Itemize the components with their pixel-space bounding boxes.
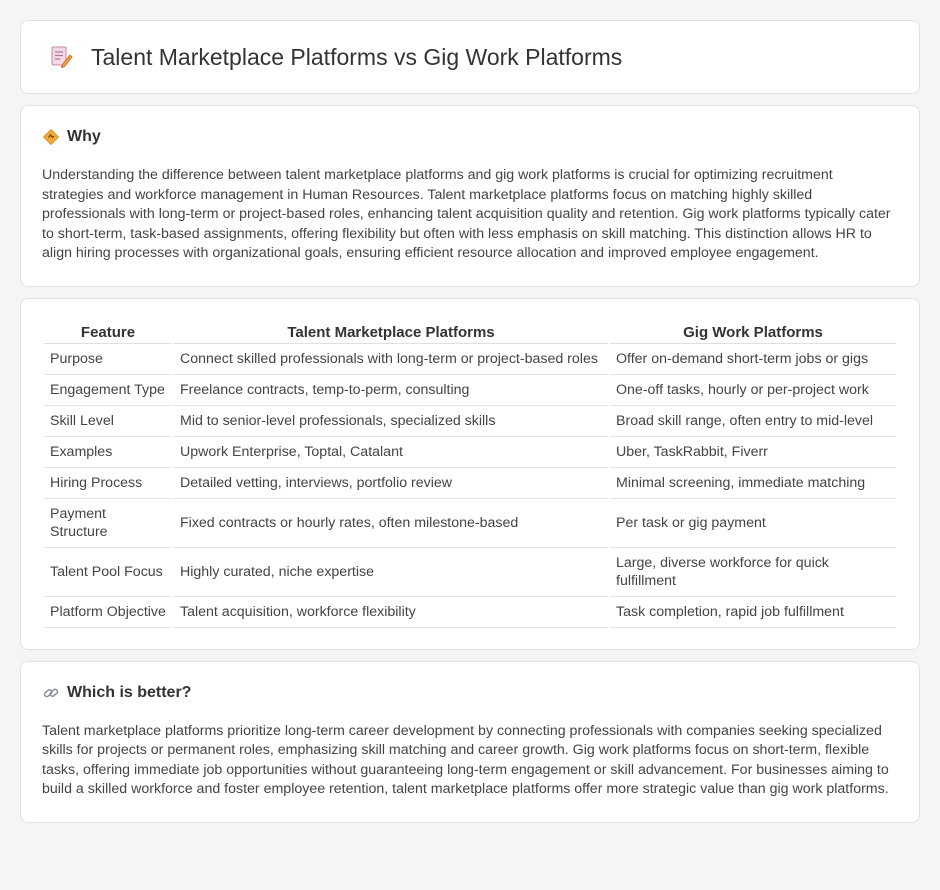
talent-cell: Upwork Enterprise, Toptal, Catalant — [174, 437, 608, 468]
table-header-row: Feature Talent Marketplace Platforms Gig… — [44, 321, 896, 344]
feature-cell: Hiring Process — [44, 468, 172, 499]
better-heading-text: Which is better? — [67, 683, 192, 701]
talent-cell: Highly curated, niche expertise — [174, 548, 608, 597]
table-row: Talent Pool Focus Highly curated, niche … — [44, 548, 896, 597]
why-heading-text: Why — [67, 128, 101, 145]
document-pencil-icon — [49, 45, 73, 69]
comparison-table: Feature Talent Marketplace Platforms Gig… — [42, 321, 898, 628]
talent-cell: Detailed vetting, interviews, portfolio … — [174, 468, 608, 499]
gig-cell: Broad skill range, often entry to mid-le… — [610, 406, 896, 437]
table-row: Payment Structure Fixed contracts or hou… — [44, 499, 896, 548]
gig-cell: Offer on-demand short-term jobs or gigs — [610, 344, 896, 375]
talent-cell: Mid to senior-level professionals, speci… — [174, 406, 608, 437]
why-heading: Why — [42, 128, 898, 146]
feature-cell: Skill Level — [44, 406, 172, 437]
gig-cell: Per task or gig payment — [610, 499, 896, 548]
why-section: Why Understanding the difference between… — [20, 105, 920, 287]
comparison-table-card: Feature Talent Marketplace Platforms Gig… — [20, 297, 920, 650]
gig-cell: Minimal screening, immediate matching — [610, 468, 896, 499]
feature-cell: Examples — [44, 437, 172, 468]
feature-cell: Engagement Type — [44, 375, 172, 406]
feature-cell: Payment Structure — [44, 499, 172, 548]
talent-cell: Connect skilled professionals with long-… — [174, 344, 608, 375]
table-row: Engagement Type Freelance contracts, tem… — [44, 375, 896, 406]
gig-cell: Large, diverse workforce for quick fulfi… — [610, 548, 896, 597]
header-talent-marketplace: Talent Marketplace Platforms — [174, 321, 608, 344]
table-row: Skill Level Mid to senior-level professi… — [44, 406, 896, 437]
feature-cell: Platform Objective — [44, 597, 172, 628]
header-feature: Feature — [44, 321, 172, 344]
better-body: Talent marketplace platforms prioritize … — [42, 722, 889, 798]
feature-cell: Talent Pool Focus — [44, 548, 172, 597]
gig-cell: Task completion, rapid job fulfillment — [610, 597, 896, 628]
table-row: Purpose Connect skilled professionals wi… — [44, 344, 896, 375]
talent-cell: Talent acquisition, workforce flexibilit… — [174, 597, 608, 628]
feature-cell: Purpose — [44, 344, 172, 375]
table-row: Examples Upwork Enterprise, Toptal, Cata… — [44, 437, 896, 468]
why-body: Understanding the difference between tal… — [42, 167, 891, 261]
table-row: Hiring Process Detailed vetting, intervi… — [44, 468, 896, 499]
title-card: Talent Marketplace Platforms vs Gig Work… — [20, 20, 920, 94]
diamond-warning-icon — [42, 128, 60, 146]
page-title: Talent Marketplace Platforms vs Gig Work… — [91, 43, 623, 70]
link-icon — [42, 684, 60, 702]
header-gig-work: Gig Work Platforms — [610, 321, 896, 344]
which-is-better-section: Which is better? Talent marketplace plat… — [20, 660, 920, 823]
talent-cell: Freelance contracts, temp-to-perm, consu… — [174, 375, 608, 406]
gig-cell: Uber, TaskRabbit, Fiverr — [610, 437, 896, 468]
better-heading: Which is better? — [42, 684, 898, 702]
talent-cell: Fixed contracts or hourly rates, often m… — [174, 499, 608, 548]
gig-cell: One-off tasks, hourly or per-project wor… — [610, 375, 896, 406]
table-row: Platform Objective Talent acquisition, w… — [44, 597, 896, 628]
